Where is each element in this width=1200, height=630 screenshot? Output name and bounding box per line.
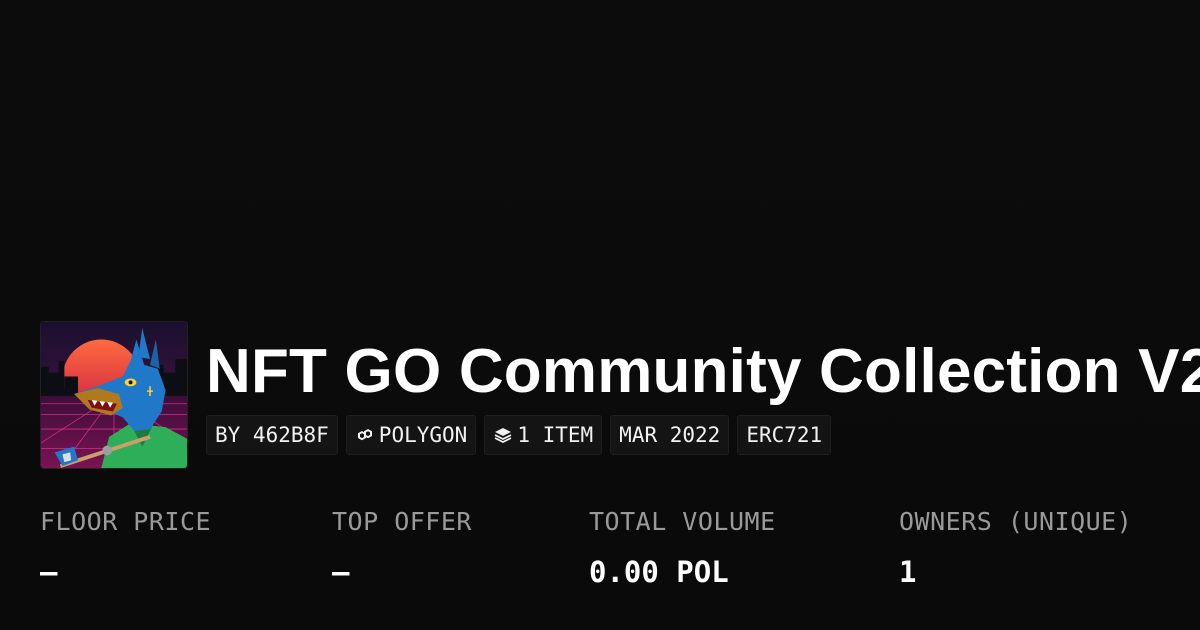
stat-value: –	[332, 555, 350, 589]
stat-value: 0.00 POL	[589, 555, 729, 589]
collection-meta-tags: BY 462B8F POLYGON 1 ITEM MAR 2022 ERC721	[206, 415, 832, 455]
creator-tag[interactable]: BY 462B8F	[206, 415, 338, 455]
token-standard-tag: ERC721	[737, 415, 832, 455]
stat-label: FLOOR PRICE	[40, 507, 212, 536]
layers-icon	[493, 425, 513, 445]
created-date-tag-label: MAR 2022	[619, 423, 721, 447]
stat-total-volume: TOTAL VOLUME 0.00 POL	[589, 505, 776, 589]
stat-value: 1	[899, 555, 917, 589]
chain-tag[interactable]: POLYGON	[345, 415, 477, 455]
collection-avatar	[40, 321, 188, 469]
stat-unique-owners: OWNERS (UNIQUE) 1	[899, 505, 1132, 589]
stat-label: TOP OFFER	[332, 507, 472, 536]
stat-value: –	[40, 555, 58, 589]
chain-tag-label: POLYGON	[378, 423, 468, 447]
item-count-tag-label: 1 ITEM	[517, 423, 594, 447]
collection-preview-card: NFT GO Community Collection V2 BY 462B8F…	[0, 0, 1200, 630]
token-standard-tag-label: ERC721	[746, 423, 823, 447]
stat-label: TOTAL VOLUME	[589, 507, 776, 536]
collection-title: NFT GO Community Collection V2	[206, 337, 1200, 406]
creator-tag-label: BY 462B8F	[215, 423, 329, 447]
stat-label: OWNERS (UNIQUE)	[899, 507, 1133, 536]
item-count-tag: 1 ITEM	[484, 415, 603, 455]
werewolf-artwork-image	[41, 322, 187, 468]
created-date-tag: MAR 2022	[610, 415, 730, 455]
stat-floor-price: FLOOR PRICE –	[40, 505, 211, 589]
polygon-chain-icon	[355, 425, 375, 445]
stat-top-offer: TOP OFFER –	[332, 505, 472, 589]
